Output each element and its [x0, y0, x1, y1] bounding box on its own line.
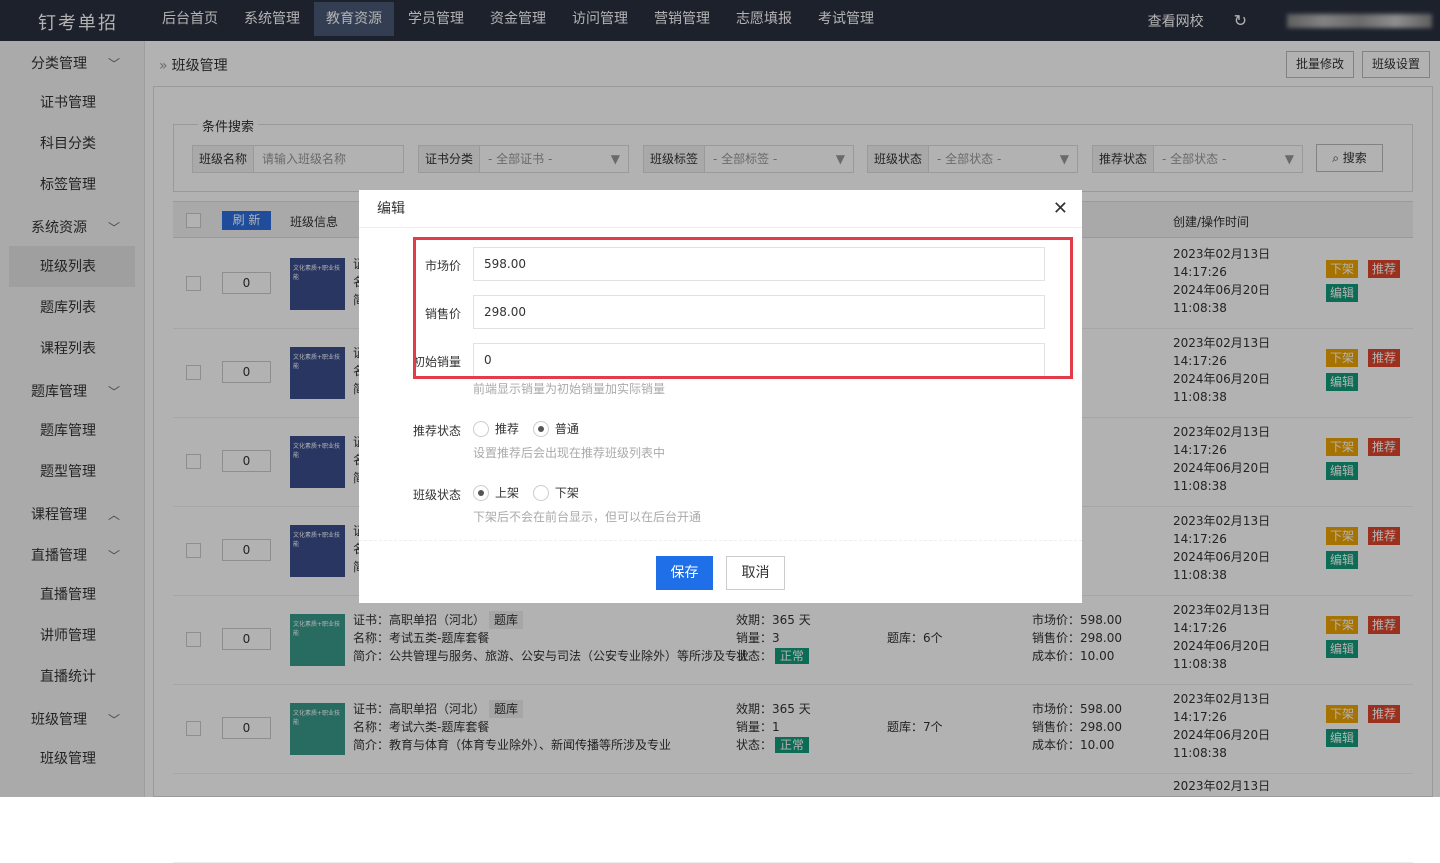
- cancel-button[interactable]: 取消: [726, 556, 785, 590]
- status-hint: 下架后不会在前台显示，但可以在后台开通: [473, 510, 702, 524]
- recommend-radio-group: 推荐 普通: [473, 420, 589, 440]
- class-status-label: 班级状态: [412, 488, 461, 502]
- recommend-hint: 设置推荐后会出现在推荐班级列表中: [473, 446, 666, 460]
- modal-title: 编辑: [377, 201, 405, 217]
- save-button[interactable]: 保存: [656, 556, 713, 590]
- recommend-radio[interactable]: 推荐: [473, 420, 519, 437]
- normal-radio[interactable]: 普通: [532, 420, 579, 437]
- status-radio-group: 上架 下架: [473, 484, 589, 504]
- online-radio[interactable]: 上架: [473, 484, 519, 501]
- highlight-box: [413, 237, 1073, 379]
- initial-sales-hint: 前端显示销量为初始销量加实际销量: [473, 382, 666, 396]
- modal-footer-divider: [359, 540, 1082, 541]
- offline-radio[interactable]: 下架: [532, 484, 579, 501]
- recommend-label: 推荐状态: [412, 424, 461, 438]
- close-icon[interactable]: ✕: [1053, 190, 1068, 228]
